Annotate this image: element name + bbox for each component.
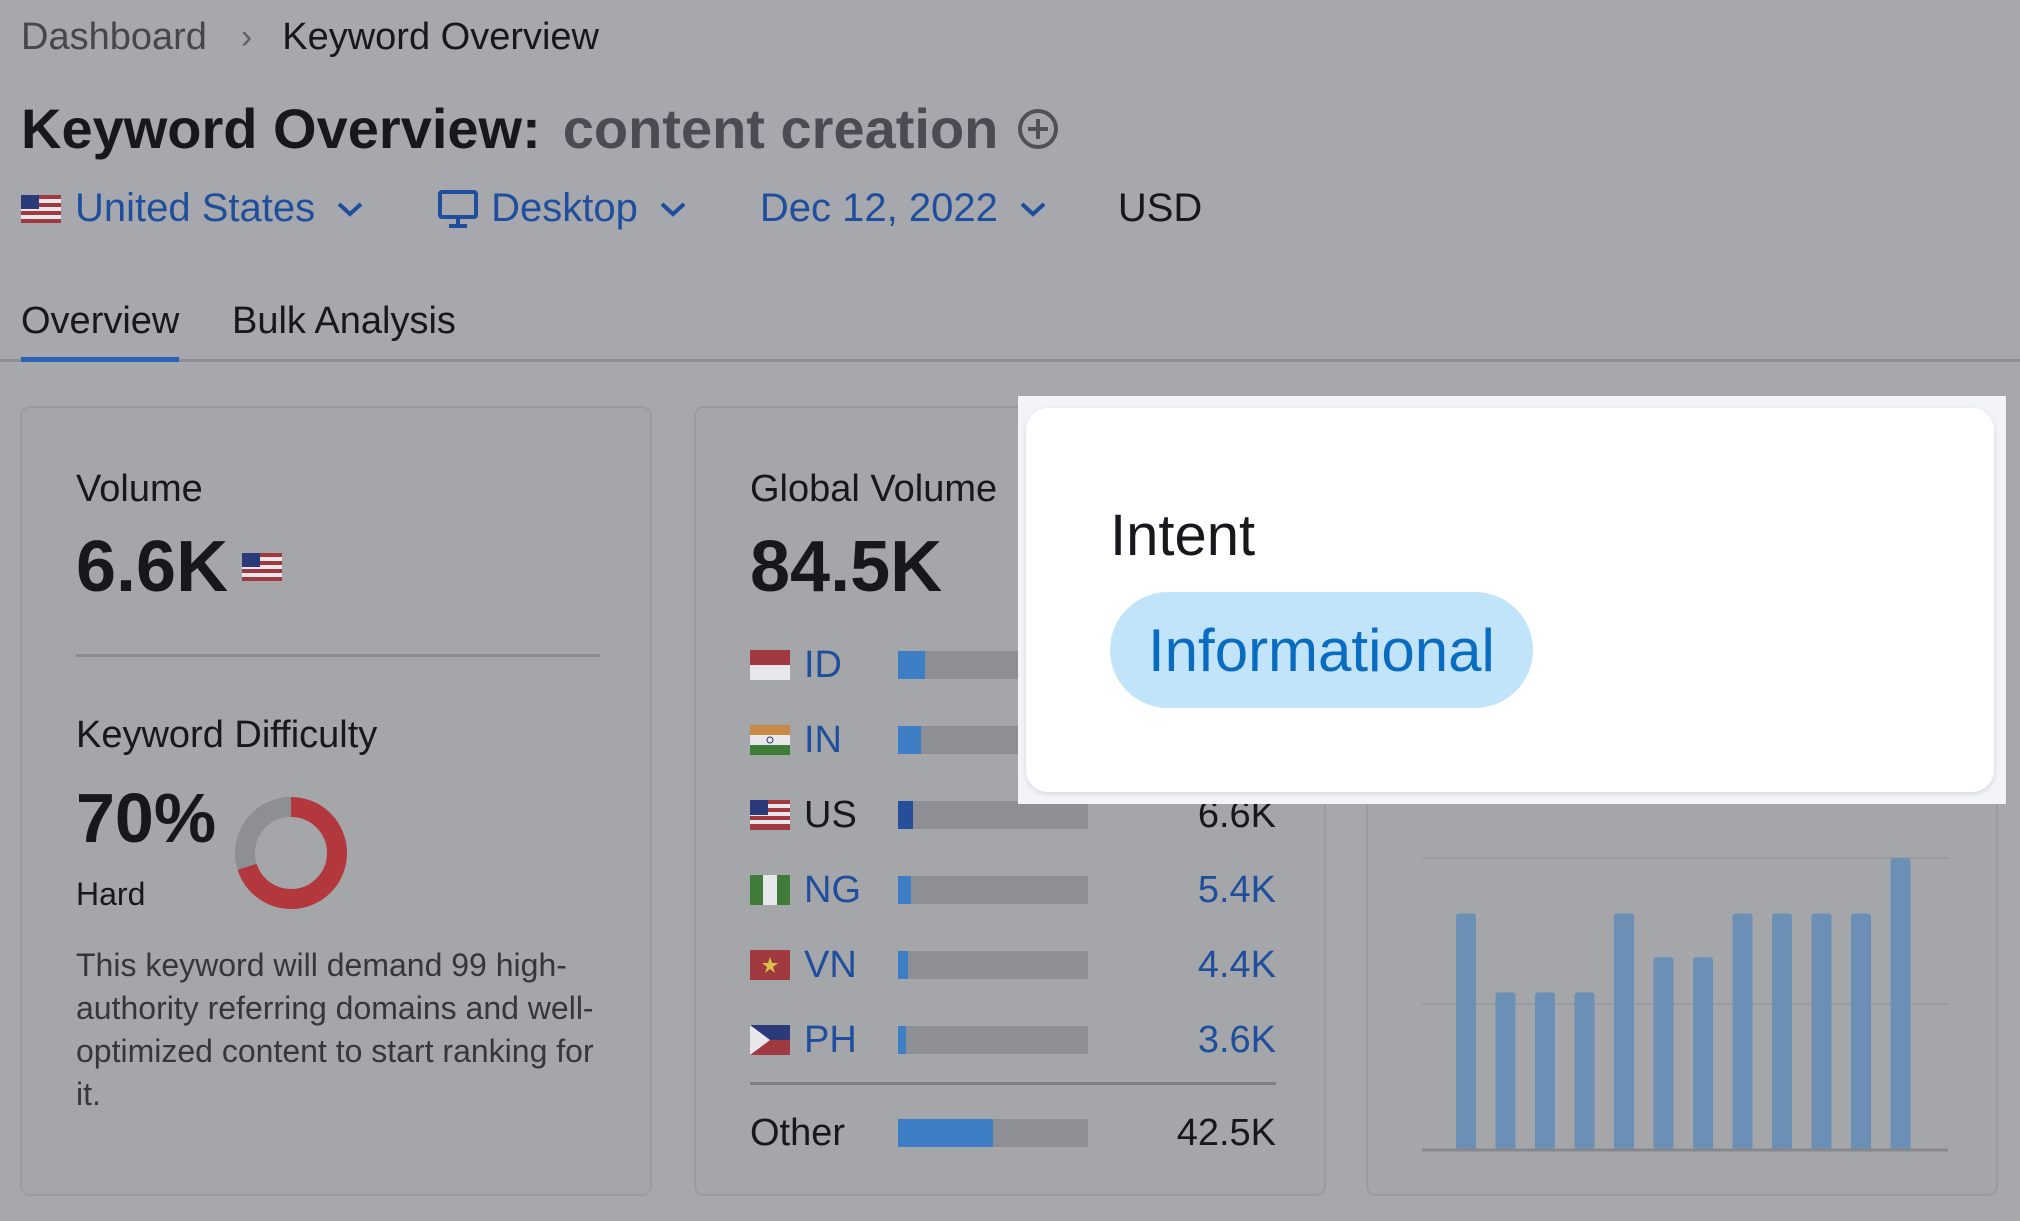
other-volume-bar-fill xyxy=(898,1119,993,1147)
volume-value-row: 6.6K xyxy=(76,526,283,608)
other-label: Other xyxy=(750,1111,846,1154)
country-row-other: Other 42.5K xyxy=(750,1108,1276,1158)
date-label: Dec 12, 2022 xyxy=(759,186,998,230)
trend-bar-chart xyxy=(1422,857,1948,1152)
volume-card: Volume 6.6K Keyword Difficulty 70% Hard … xyxy=(20,406,652,1196)
page-title: Keyword Overview: content creation xyxy=(21,96,1060,161)
country-volume-value[interactable]: 4.4K xyxy=(1198,944,1276,987)
us-flag-icon xyxy=(750,800,790,830)
country-volume-value[interactable]: 3.6K xyxy=(1198,1019,1276,1062)
volume-value: 6.6K xyxy=(76,527,229,607)
country-volume-bar-fill xyxy=(898,1026,906,1054)
country-volume-bar-fill xyxy=(898,726,921,754)
vn-flag-icon xyxy=(750,950,790,980)
country-code-link[interactable]: PH xyxy=(804,1019,898,1062)
country-code-link[interactable]: IN xyxy=(804,719,898,762)
country-volume-bar-fill xyxy=(898,951,908,979)
trend-bar[interactable] xyxy=(1614,913,1634,1150)
page-title-label: Keyword Overview: xyxy=(21,97,541,160)
trend-bar[interactable] xyxy=(1653,957,1674,1150)
page-title-keyword: content creation xyxy=(562,97,999,160)
trend-bar[interactable] xyxy=(1732,913,1753,1150)
country-volume-bar xyxy=(898,876,1088,904)
intent-popup: Intent Informational xyxy=(1026,408,1994,792)
trend-bar[interactable] xyxy=(1772,913,1792,1150)
country-volume-bar xyxy=(898,801,1088,829)
device-label: Desktop xyxy=(491,186,638,230)
id-flag-icon xyxy=(750,650,790,680)
other-volume-value: 42.5K xyxy=(1176,1111,1276,1154)
country-code-link[interactable]: ID xyxy=(804,644,898,687)
country-row-vn: VN 4.4K xyxy=(750,940,1276,990)
country-code-link[interactable]: VN xyxy=(804,944,898,987)
country-volume-bar-fill xyxy=(898,801,914,829)
chevron-down-icon xyxy=(1020,202,1046,217)
trend-bar[interactable] xyxy=(1851,913,1871,1150)
country-volume-bar xyxy=(898,951,1088,979)
divider xyxy=(750,1082,1276,1085)
country-row-ph: PH 3.6K xyxy=(750,1015,1276,1065)
chevron-down-icon xyxy=(337,202,363,217)
trend-bar[interactable] xyxy=(1574,992,1595,1150)
chevron-down-icon xyxy=(660,202,686,217)
breadcrumb-chevron-right-icon: › xyxy=(240,18,253,56)
keyword-difficulty-label: Keyword Difficulty xyxy=(76,714,378,756)
trend-bar[interactable] xyxy=(1456,913,1476,1150)
plus-circle-icon[interactable] xyxy=(1016,107,1060,151)
country-selector[interactable]: United States xyxy=(21,186,365,231)
breadcrumb-dashboard-link[interactable]: Dashboard xyxy=(21,16,207,59)
divider xyxy=(76,654,600,657)
country-volume-bar-fill xyxy=(898,876,912,904)
keyword-difficulty-description: This keyword will demand 99 high-authori… xyxy=(76,947,594,1112)
breadcrumb-current: Keyword Overview xyxy=(282,16,599,58)
intent-label: Intent xyxy=(1110,503,1256,568)
country-volume-bar xyxy=(898,1026,1088,1054)
country-volume-value[interactable]: 5.4K xyxy=(1198,869,1276,912)
difficulty-donut-chart xyxy=(235,797,347,909)
date-selector[interactable]: Dec 12, 2022 xyxy=(760,186,1048,231)
global-volume-label: Global Volume xyxy=(750,468,998,510)
keyword-difficulty-level: Hard xyxy=(76,876,146,912)
trend-bar[interactable] xyxy=(1811,913,1832,1150)
monitor-icon xyxy=(438,189,479,228)
intent-popup-highlight: Intent Informational xyxy=(1018,396,2006,804)
keyword-difficulty-value: 70% xyxy=(76,779,217,857)
currency-label: USD xyxy=(1117,186,1203,230)
ng-flag-icon xyxy=(750,875,790,905)
volume-label: Volume xyxy=(76,468,203,510)
us-flag-icon xyxy=(21,194,61,223)
us-flag-icon xyxy=(242,553,283,581)
country-row-ng: NG 5.4K xyxy=(750,865,1276,915)
country-volume-bar-fill xyxy=(898,651,925,679)
tab-bar: Overview Bulk Analysis xyxy=(0,296,2020,362)
intent-badge[interactable]: Informational xyxy=(1110,592,1533,708)
other-volume-bar xyxy=(898,1119,1088,1147)
trend-bar[interactable] xyxy=(1495,992,1516,1150)
country-code-link[interactable]: NG xyxy=(804,869,898,912)
country-label: United States xyxy=(75,186,316,230)
trend-bar[interactable] xyxy=(1535,992,1555,1150)
tab-bulk-analysis[interactable]: Bulk Analysis xyxy=(232,296,456,362)
trend-bar[interactable] xyxy=(1693,957,1713,1150)
country-code: US xyxy=(804,793,857,836)
trend-bar[interactable] xyxy=(1890,858,1911,1150)
global-volume-value: 84.5K xyxy=(750,527,943,607)
ph-flag-icon xyxy=(750,1025,790,1055)
in-flag-icon xyxy=(750,725,790,755)
filter-bar: United States Desktop Dec 12, 2022 USD xyxy=(21,186,1202,231)
breadcrumb: Dashboard › Keyword Overview xyxy=(21,16,599,59)
device-selector[interactable]: Desktop xyxy=(437,186,688,231)
tab-overview[interactable]: Overview xyxy=(21,296,180,362)
